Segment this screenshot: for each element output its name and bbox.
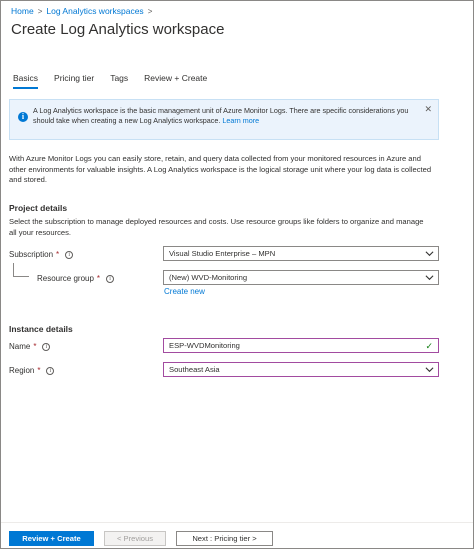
name-value: ESP-WVDMonitoring	[169, 341, 240, 350]
region-value: Southeast Asia	[169, 365, 220, 374]
resource-group-label: Resource group * i	[37, 274, 115, 283]
next-pricing-tier-button[interactable]: Next : Pricing tier >	[176, 531, 273, 546]
info-icon[interactable]: i	[46, 366, 55, 375]
close-icon[interactable]: ✕	[424, 104, 432, 114]
info-icon[interactable]: i	[106, 274, 115, 283]
name-label: Name * i	[9, 342, 51, 351]
project-details-heading: Project details	[9, 203, 68, 213]
region-label: Region * i	[9, 366, 55, 375]
required-marker: *	[33, 342, 37, 351]
learn-more-link[interactable]: Learn more	[222, 116, 259, 125]
resource-group-label-text: Resource group	[37, 274, 94, 283]
chevron-down-icon	[425, 275, 434, 281]
subscription-select[interactable]: Visual Studio Enterprise – MPN	[163, 246, 439, 261]
info-banner: i A Log Analytics workspace is the basic…	[9, 99, 439, 140]
subscription-label-text: Subscription	[9, 250, 54, 259]
name-input[interactable]: ESP-WVDMonitoring ✓	[163, 338, 439, 353]
chevron-down-icon	[425, 251, 434, 257]
required-marker: *	[96, 274, 101, 283]
region-label-text: Region	[9, 366, 35, 375]
breadcrumb-separator: >	[147, 6, 153, 16]
subscription-value: Visual Studio Enterprise – MPN	[169, 249, 276, 258]
info-icon[interactable]: i	[65, 250, 74, 259]
subscription-label: Subscription * i	[9, 250, 74, 259]
region-select[interactable]: Southeast Asia	[163, 362, 439, 377]
tab-bar: Basics Pricing tier Tags Review + Create	[13, 73, 223, 89]
page-title: Create Log Analytics workspace	[11, 21, 225, 38]
info-banner-text: A Log Analytics workspace is the basic m…	[33, 106, 409, 125]
tab-basics[interactable]: Basics	[13, 73, 39, 89]
previous-button[interactable]: < Previous	[104, 531, 166, 546]
breadcrumb-home-link[interactable]: Home	[11, 6, 34, 16]
tab-review-create[interactable]: Review + Create	[144, 73, 207, 83]
checkmark-icon: ✓	[425, 341, 433, 351]
breadcrumb-log-analytics-link[interactable]: Log Analytics workspaces	[46, 6, 143, 16]
info-icon[interactable]: i	[42, 342, 51, 351]
breadcrumb: Home > Log Analytics workspaces >	[11, 6, 152, 16]
name-label-text: Name	[9, 342, 31, 351]
resource-group-value: (New) WVD-Monitoring	[169, 273, 248, 282]
page-description: With Azure Monitor Logs you can easily s…	[9, 154, 432, 184]
tab-tags[interactable]: Tags	[110, 73, 128, 83]
instance-details-heading: Instance details	[9, 324, 73, 334]
tab-pricing-tier[interactable]: Pricing tier	[54, 73, 94, 83]
project-details-text: Select the subscription to manage deploy…	[9, 217, 424, 237]
footer-divider	[1, 522, 473, 523]
chevron-down-icon	[425, 367, 434, 373]
resource-group-select[interactable]: (New) WVD-Monitoring	[163, 270, 439, 285]
required-marker: *	[56, 250, 60, 259]
info-icon: i	[18, 112, 28, 122]
create-new-link[interactable]: Create new	[164, 287, 205, 296]
required-marker: *	[37, 366, 41, 375]
breadcrumb-separator: >	[37, 6, 43, 16]
review-create-button[interactable]: Review + Create	[9, 531, 94, 546]
tree-connector	[13, 263, 29, 277]
